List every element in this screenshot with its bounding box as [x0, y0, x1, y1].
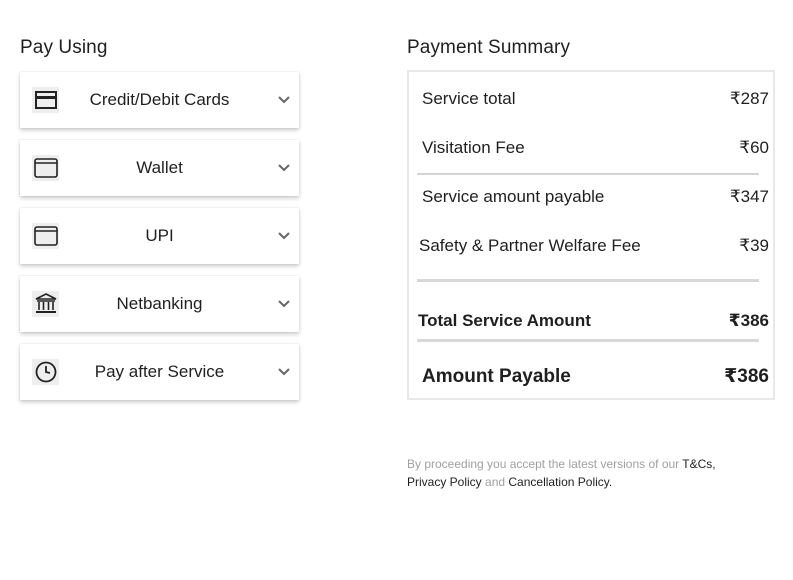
chevron-down-icon[interactable] — [277, 93, 291, 107]
divider — [417, 279, 759, 282]
safety-fee-row: Safety & Partner Welfare Fee ₹39 — [409, 236, 773, 256]
pay-option-cards[interactable]: Credit/Debit Cards — [20, 72, 299, 128]
legal-notice: By proceeding you accept the latest vers… — [407, 455, 767, 491]
pay-option-wallet[interactable]: Wallet — [20, 140, 299, 196]
pay-using-title: Pay Using — [20, 37, 108, 58]
divider — [417, 173, 759, 175]
total-service-amount-row: Total Service Amount ₹386 — [409, 311, 773, 331]
privacy-policy-link[interactable]: Privacy Policy — [407, 475, 482, 489]
pay-option-label: Pay after Service — [94, 362, 225, 381]
service-total-value: ₹287 — [729, 89, 769, 108]
pay-option-label: Credit/Debit Cards — [89, 90, 230, 109]
pay-option-label: Wallet — [136, 158, 183, 177]
service-total-label: Service total — [422, 89, 516, 108]
total-service-amount-value: ₹386 — [728, 311, 769, 330]
legal-and: and — [481, 475, 509, 489]
bank-icon — [32, 291, 59, 317]
visitation-fee-value: ₹60 — [739, 138, 769, 157]
chevron-down-icon[interactable] — [277, 365, 291, 379]
visitation-fee-label: Visitation Fee — [422, 138, 525, 157]
wallet-icon — [32, 155, 59, 181]
service-total-row: Service total ₹287 — [409, 89, 773, 109]
service-payable-row: Service amount payable ₹347 — [409, 187, 773, 207]
safety-fee-label: Safety & Partner Welfare Fee — [419, 236, 641, 255]
amount-payable-row: Amount Payable ₹386 — [409, 365, 773, 388]
tnc-link[interactable]: T&Cs, — [682, 457, 715, 471]
visitation-fee-row: Visitation Fee ₹60 — [409, 138, 773, 158]
pay-option-pay-after-service[interactable]: Pay after Service — [20, 344, 299, 400]
service-payable-label: Service amount payable — [422, 187, 605, 206]
payment-summary-card: Service total ₹287 Visitation Fee ₹60 Se… — [407, 70, 775, 400]
chevron-down-icon[interactable] — [277, 229, 291, 243]
legal-prefix: By proceeding you accept the latest vers… — [407, 457, 683, 471]
safety-fee-value: ₹39 — [739, 236, 769, 255]
chevron-down-icon[interactable] — [277, 161, 291, 175]
pay-option-upi[interactable]: UPI — [20, 208, 299, 264]
total-service-amount-label: Total Service Amount — [418, 311, 591, 330]
amount-payable-value: ₹386 — [724, 366, 769, 387]
upi-icon — [32, 223, 59, 249]
clock-icon — [32, 359, 59, 385]
pay-option-label: UPI — [145, 226, 174, 245]
amount-payable-label: Amount Payable — [422, 365, 571, 387]
payment-summary-title: Payment Summary — [407, 37, 571, 58]
pay-option-label: Netbanking — [116, 294, 203, 313]
card-icon — [32, 87, 59, 113]
service-payable-value: ₹347 — [729, 187, 769, 206]
pay-option-netbanking[interactable]: Netbanking — [20, 276, 299, 332]
chevron-down-icon[interactable] — [277, 297, 291, 311]
divider — [417, 339, 759, 342]
cancellation-policy-link[interactable]: Cancellation Policy. — [508, 475, 612, 489]
